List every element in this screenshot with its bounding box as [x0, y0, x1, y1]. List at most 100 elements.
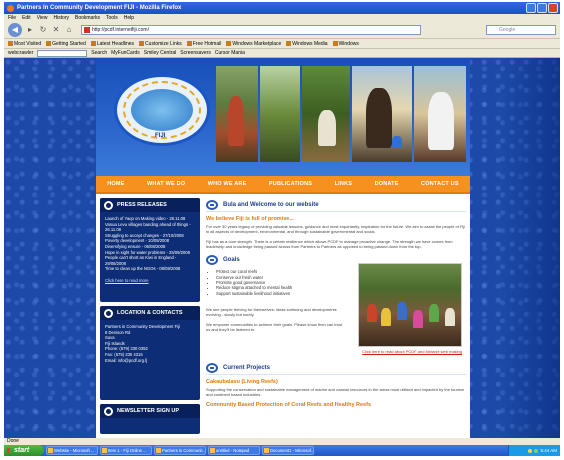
bookmark-item[interactable]: Most Visited: [8, 41, 41, 47]
goals-text: We see people thriving for themselves; i…: [206, 307, 346, 336]
nav-who-we-are[interactable]: WHO WE ARE: [208, 181, 247, 187]
press-releases-header: PRESS RELEASES: [100, 198, 200, 212]
tray-icon[interactable]: [534, 448, 539, 453]
contact-email[interactable]: Email: info@pcdf.org.fj: [105, 358, 195, 364]
projects-section-header: Current Projects: [206, 361, 466, 376]
newsletter-title: NEWSLETTER SIGN UP: [117, 408, 180, 414]
bookmark-label: Windows Marketplace: [232, 40, 282, 47]
goals-section: Protect our coral reefs Conserve our fre…: [206, 263, 466, 354]
menu-file[interactable]: File: [8, 15, 16, 21]
bookmark-item[interactable]: Windows Marketplace: [226, 41, 281, 47]
bookmark-label: Latest Headlines: [96, 40, 135, 47]
goals-list: Protect our coral reefs Conserve our fre…: [216, 269, 336, 296]
site-container: FIJI HOME WHAT WE DO WHO WE ARE PUBLICAT…: [96, 58, 470, 438]
menu-history[interactable]: History: [53, 15, 69, 21]
home-icon[interactable]: ⌂: [64, 25, 74, 35]
welcome-heading: We believe Fiji is full of promise...: [206, 216, 294, 222]
nav-what-we-do[interactable]: WHAT WE DO: [147, 181, 185, 187]
bookmark-item[interactable]: Free Hotmail: [186, 41, 221, 47]
welcome-paragraph: Fiji has as a core strength. There is a …: [206, 238, 453, 249]
nav-home[interactable]: HOME: [107, 181, 124, 187]
toolbar-cursor-mania[interactable]: Cursor Mania: [215, 50, 245, 56]
logo-text: FIJI: [155, 133, 166, 139]
bookmark-label: Windows: [338, 40, 359, 47]
project-heading[interactable]: Cakaubalavu (Living Reefs): [206, 379, 466, 385]
toolbar-search-field[interactable]: [37, 49, 88, 57]
maximize-button[interactable]: [537, 3, 547, 13]
menu-help[interactable]: Help: [124, 15, 134, 21]
press-releases-title: PRESS RELEASES: [117, 202, 167, 208]
bookmark-label: Most Visited: [14, 40, 42, 47]
welcome-section-header: Bula and Welcome to our website: [206, 198, 466, 212]
window-titlebar: Partners In Community Development FIJI -…: [4, 2, 560, 14]
nav-links[interactable]: LINKS: [335, 181, 353, 187]
community-photo[interactable]: [358, 263, 462, 348]
menu-edit[interactable]: Edit: [22, 15, 31, 21]
site-nav-menu: HOME WHAT WE DO WHO WE ARE PUBLICATIONS …: [96, 176, 470, 194]
clock: 5:44 AM: [540, 448, 557, 453]
bookmark-item[interactable]: Windows: [332, 40, 359, 47]
toolbar-smiley-central[interactable]: Smiley Central: [144, 50, 177, 56]
reload-icon[interactable]: ↻: [38, 25, 48, 35]
read-more-link[interactable]: Click here to read more: [105, 278, 195, 284]
desktop-screen: Partners In Community Development FIJI -…: [4, 2, 560, 456]
page-viewport[interactable]: FIJI HOME WHAT WE DO WHO WE ARE PUBLICAT…: [4, 58, 560, 438]
taskbar-item[interactable]: Document1 - Microsof...: [262, 446, 314, 455]
webcrawler-label[interactable]: webcrawler: [8, 50, 33, 56]
section-eye-icon: [206, 362, 218, 373]
bookmark-item[interactable]: Getting Started: [46, 41, 86, 47]
goals-title: Goals: [223, 257, 240, 264]
left-sidebar: PRESS RELEASES Launch of Yaqo on Making …: [100, 198, 200, 438]
tray-icon[interactable]: [528, 448, 533, 453]
page-icon: [226, 40, 232, 46]
url-input[interactable]: http://pcdf.internetfiji.com/: [81, 25, 421, 35]
start-button[interactable]: start: [4, 445, 44, 456]
toolbar-search-button[interactable]: Search: [91, 50, 107, 56]
bookmark-item[interactable]: Windows Media: [286, 40, 328, 47]
nav-contact-us[interactable]: CONTACT US: [421, 181, 459, 187]
logo-globe-icon: [131, 89, 193, 131]
taskbar-item[interactable]: Website - Microsoft ...: [46, 446, 98, 455]
back-arrow-icon[interactable]: ◀: [8, 23, 22, 37]
search-input[interactable]: Google: [486, 25, 556, 35]
stop-icon[interactable]: ✕: [51, 25, 61, 35]
goals-section-header: Goals: [206, 253, 356, 267]
bookmark-icon: [8, 40, 13, 46]
nav-donate[interactable]: DONATE: [375, 181, 399, 187]
welcome-title: Bula and Welcome to our website: [223, 201, 319, 208]
rss-icon: [90, 40, 96, 46]
taskbar-item[interactable]: untitled - Notepad: [208, 446, 260, 455]
project-heading[interactable]: Community Based Protection of Coral Reef…: [206, 402, 466, 408]
bookmarks-toolbar: Most Visited Getting Started Latest Head…: [4, 39, 560, 49]
forward-arrow-icon[interactable]: ▸: [25, 25, 35, 35]
taskbar-item[interactable]: Item 1 - Fiji Online ...: [100, 446, 152, 455]
press-item[interactable]: Time to clean up the NGOs - 08/08/2008: [105, 266, 195, 272]
page-icon: [286, 40, 292, 46]
toolbar-myfuncards[interactable]: MyFunCards: [111, 50, 140, 56]
main-content: Bula and Welcome to our website We belie…: [206, 198, 466, 438]
newsletter-header[interactable]: NEWSLETTER SIGN UP: [100, 404, 200, 418]
minimize-button[interactable]: [526, 3, 536, 13]
toolbar-screensavers[interactable]: Screensavers: [180, 50, 211, 56]
menu-tools[interactable]: Tools: [106, 15, 118, 21]
contacts-box: LOCATION & CONTACTS Partners in Communit…: [100, 306, 200, 400]
newsletter-icon: [104, 406, 113, 416]
photo-caption-link[interactable]: Click here to read about PCDF and Melani…: [358, 349, 462, 354]
header-photo-5: [414, 66, 466, 162]
menu-view[interactable]: View: [37, 15, 48, 21]
header-photo-4: [352, 66, 412, 162]
bookmark-item[interactable]: Latest Headlines: [90, 40, 135, 47]
close-button[interactable]: [548, 3, 558, 13]
contacts-body: Partners in Community Development Fiji 8…: [100, 320, 200, 367]
pcdf-logo[interactable]: FIJI: [114, 74, 210, 146]
press-item[interactable]: Launch of Yaqo on Making video - 28.11.0…: [105, 216, 195, 222]
newsletter-box: NEWSLETTER SIGN UP: [100, 404, 200, 434]
project-paragraph: Supporting the conservation and sustaina…: [206, 387, 465, 398]
press-releases-box: PRESS RELEASES Launch of Yaqo on Making …: [100, 198, 200, 302]
taskbar-item[interactable]: Partners in Communit...: [154, 446, 206, 455]
bookmark-item[interactable]: Customize Links: [139, 41, 182, 47]
bookmark-label: Getting Started: [52, 40, 86, 47]
menu-bookmarks[interactable]: Bookmarks: [75, 15, 100, 21]
page-icon: [332, 40, 338, 46]
nav-publications[interactable]: PUBLICATIONS: [269, 181, 312, 187]
